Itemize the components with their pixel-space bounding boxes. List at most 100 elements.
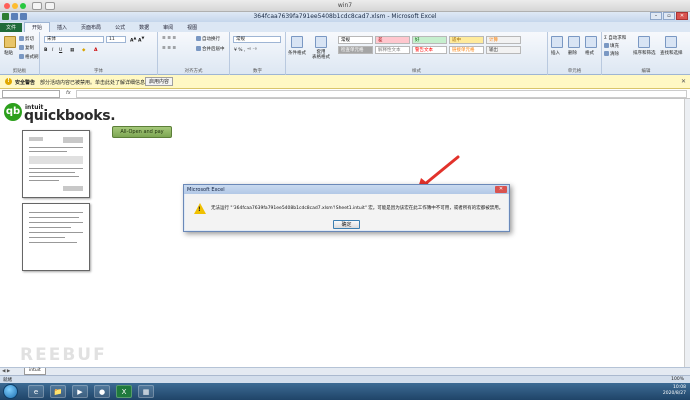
scissors-icon (19, 36, 24, 41)
cell-style-item[interactable]: 链接单元格 (449, 46, 484, 54)
group-label: 样式 (412, 69, 421, 74)
status-bar: 就绪 100% (0, 375, 690, 383)
fx-icon[interactable]: fx (66, 90, 71, 96)
name-box[interactable] (2, 90, 60, 98)
worksheet-area[interactable] (0, 99, 690, 367)
copy-button[interactable]: 复制 (19, 45, 34, 51)
insert-cells-icon[interactable] (551, 36, 563, 48)
taskbar-app-icon[interactable]: ▦ (138, 385, 154, 398)
cell-style-item[interactable]: 计算 (486, 36, 521, 44)
conditional-format-icon[interactable] (291, 36, 303, 48)
dialog-message: 无法运行 "'364fcaa7639fa791ee5408b1cdc8cad7.… (211, 206, 504, 211)
security-warning-label: 安全警告 (15, 80, 36, 86)
number-format-combo[interactable]: 常规 (233, 36, 281, 43)
fill-icon (604, 43, 609, 48)
cell-style-item[interactable]: 差 (375, 36, 410, 44)
cut-button[interactable]: 剪切 (19, 36, 34, 42)
security-warning-message[interactable]: 部分活动内容已被禁用。单击此处了解详细信息。 (40, 79, 150, 86)
font-size-combo[interactable]: 11 (106, 36, 126, 43)
grow-font-icon[interactable]: A▲ A▼ (130, 36, 144, 44)
dialog-body: ! 无法运行 "'364fcaa7639fa791ee5408b1cdc8cad… (185, 194, 508, 230)
sort-filter-icon[interactable] (638, 36, 650, 48)
close-icon[interactable]: ✕ (681, 78, 686, 85)
sheet-tab-bar: ◀ ▶ intuit (0, 367, 690, 375)
insert-cells-button[interactable]: 插入 (551, 50, 560, 56)
tab-page-layout[interactable]: 页面布局 (74, 23, 108, 32)
delete-cells-icon[interactable] (568, 36, 580, 48)
restore-button[interactable]: ▫ (663, 12, 675, 20)
tab-data[interactable]: 数据 (132, 23, 156, 32)
system-clock[interactable]: 10:08 2020/8/27 (663, 385, 686, 397)
dialog-title: Microsoft Excel (184, 185, 509, 194)
find-select-button[interactable]: 查找和选择 (660, 50, 683, 56)
underline-button[interactable]: U (59, 48, 62, 53)
tab-file[interactable]: 文件 (0, 23, 23, 32)
tab-review[interactable]: 审阅 (156, 23, 180, 32)
merge-center-button[interactable]: 合并后居中 (196, 46, 225, 52)
formula-bar: fx (0, 89, 690, 99)
format-as-table-icon[interactable] (315, 36, 327, 48)
find-select-icon[interactable] (665, 36, 677, 48)
format-cells-icon[interactable] (585, 36, 597, 48)
fill-button[interactable]: 填充 (604, 43, 619, 49)
editing-group: Σ 自动求和 填充 清除 排序和筛选 查找和选择 编辑 (602, 32, 690, 75)
minimize-button[interactable]: – (650, 12, 662, 20)
format-painter-button[interactable]: 格式刷 (19, 54, 39, 60)
cell-style-item[interactable]: 检查单元格 (338, 46, 373, 54)
group-label: 编辑 (641, 69, 651, 74)
bold-button[interactable]: B (44, 48, 47, 53)
sheet-tab-intuit[interactable]: intuit (24, 368, 46, 375)
italic-button[interactable]: I (52, 48, 53, 53)
invoice-preview-page (22, 130, 90, 198)
eraser-icon (604, 51, 609, 56)
zoom-level[interactable]: 100% (671, 377, 684, 382)
cell-style-item[interactable]: 输出 (486, 46, 521, 54)
mac-window-titlebar: win7 (0, 0, 690, 12)
sort-filter-button[interactable]: 排序和筛选 (633, 50, 656, 56)
taskbar-explorer-icon[interactable]: 📁 (50, 385, 66, 398)
ok-button[interactable]: 确定 (333, 220, 360, 229)
paste-button[interactable]: 粘贴 (4, 50, 13, 56)
tab-insert[interactable]: 插入 (50, 23, 74, 32)
align-top-icon[interactable]: ≡ ≡ ≡ (162, 36, 176, 41)
delete-cells-button[interactable]: 删除 (568, 50, 577, 56)
conditional-format-button[interactable]: 条件格式 (288, 50, 306, 56)
close-button[interactable]: ✕ (676, 12, 688, 20)
align-left-icon[interactable]: ≡ ≡ ≡ (162, 46, 176, 51)
cell-style-item[interactable]: 警告文本 (412, 46, 447, 54)
format-as-table-button[interactable]: 套用 表格格式 (312, 50, 330, 60)
wrap-text-button[interactable]: 自动换行 (196, 36, 220, 42)
font-color-icon[interactable]: A (94, 48, 97, 53)
enable-content-button[interactable]: 启用内容 (145, 77, 173, 86)
open-and-pay-button[interactable]: All-Open and pay (112, 126, 172, 138)
currency-icon[interactable]: ¥ % , ⁺⁰ ⁻⁰ (234, 48, 257, 53)
formula-input[interactable] (76, 90, 687, 98)
format-cells-button[interactable]: 格式 (585, 50, 594, 56)
font-name-combo[interactable]: 宋体 (44, 36, 104, 43)
cell-style-item[interactable]: 解释性文本 (375, 46, 410, 54)
macro-error-dialog: Microsoft Excel ✕ ! 无法运行 "'364fcaa7639fa… (183, 184, 510, 232)
cell-style-item[interactable]: 适中 (449, 36, 484, 44)
autosum-button[interactable]: Σ 自动求和 (604, 35, 626, 41)
merge-icon (196, 46, 201, 51)
start-button[interactable] (3, 384, 18, 399)
tab-home[interactable]: 开始 (24, 22, 51, 32)
taskbar-chrome-icon[interactable]: ● (94, 385, 110, 398)
fill-color-icon[interactable]: ◆ (82, 48, 85, 53)
taskbar-ie-icon[interactable]: e (28, 385, 44, 398)
taskbar-excel-icon[interactable]: X (116, 385, 132, 398)
tab-view[interactable]: 视图 (180, 23, 204, 32)
vertical-scrollbar[interactable] (684, 99, 690, 367)
tab-formulas[interactable]: 公式 (108, 23, 132, 32)
sheet-nav-arrows[interactable]: ◀ ▶ (2, 369, 10, 374)
cell-style-item[interactable]: 好 (412, 36, 447, 44)
paste-icon[interactable] (4, 36, 16, 48)
taskbar-media-icon[interactable]: ▶ (72, 385, 88, 398)
dialog-close-button[interactable]: ✕ (495, 186, 507, 193)
styles-group: 条件格式 套用 表格格式 样式 常规差好适中 计算检查单元格 解释性文本 警告文本 链接… (286, 32, 548, 75)
border-icon[interactable]: ▦ (70, 48, 74, 53)
clear-button[interactable]: 清除 (604, 51, 619, 57)
cell-style-item[interactable]: 常规 (338, 36, 373, 44)
warning-icon: ! (5, 78, 12, 85)
font-group: 宋体 11 A▲ A▼ B I U ▦ ◆ A 字体 (40, 32, 158, 75)
